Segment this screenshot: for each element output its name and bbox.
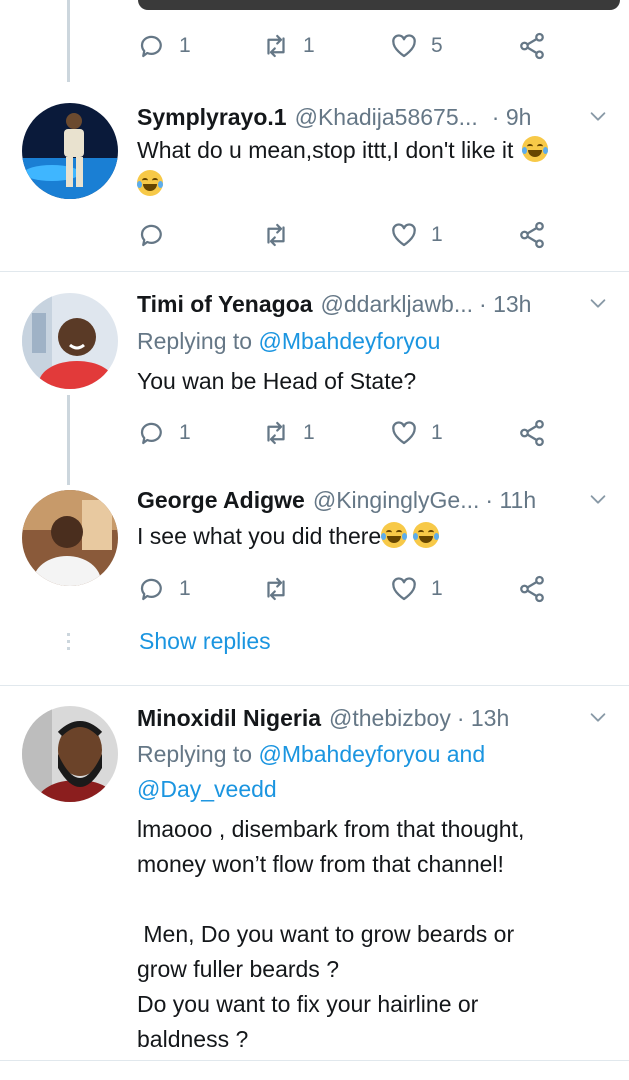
tweet-time: · 13h [456, 704, 510, 731]
like-count: 1 [431, 577, 443, 600]
reply-icon [137, 31, 167, 61]
reply-button[interactable] [137, 220, 179, 250]
mention-link[interactable]: @Day_veedd [137, 776, 277, 802]
tweet-actions: 1 1 1 [137, 418, 617, 448]
tweet-text-line: Men, Do you want to grow beards or [137, 921, 515, 947]
like-count: 1 [431, 223, 443, 246]
tweet-text-line: lmaooo , disembark from that thought, [137, 816, 525, 842]
tweet-time: · 11h [485, 486, 537, 513]
reply-icon [137, 574, 167, 604]
tears-of-joy-emoji-icon [521, 136, 548, 162]
retweet-button[interactable] [261, 220, 303, 250]
share-button[interactable] [517, 220, 547, 250]
reply-button[interactable]: 1 [137, 418, 191, 448]
like-button[interactable]: 1 [389, 220, 443, 250]
retweet-icon [261, 31, 291, 61]
share-icon [517, 418, 547, 448]
reply-count: 1 [179, 34, 191, 57]
display-name[interactable]: George Adigwe [137, 487, 305, 514]
tweet-text-line: baldness ? [137, 1026, 249, 1052]
reply-count: 1 [179, 421, 191, 444]
chevron-down-icon[interactable] [587, 706, 609, 728]
share-button[interactable] [517, 574, 547, 604]
user-handle[interactable]: @thebizboy [329, 705, 451, 732]
tweet-header: Minoxidil Nigeria @thebizboy · 13h [137, 702, 609, 734]
display-name[interactable]: Symplyrayo.1 [137, 104, 287, 131]
retweet-count: 1 [303, 34, 315, 57]
tears-of-joy-emoji-icon [137, 170, 163, 196]
mention-link[interactable]: @Mbahdeyforyou [258, 741, 440, 767]
share-icon [517, 574, 547, 604]
display-name[interactable]: Minoxidil Nigeria [137, 705, 321, 732]
mention-link[interactable]: @Mbahdeyforyou [258, 328, 440, 354]
show-replies-link[interactable]: Show replies [139, 628, 271, 655]
tweet-time: · 9h [491, 103, 532, 130]
retweet-icon [261, 418, 291, 448]
avatar[interactable] [22, 490, 118, 586]
like-count: 5 [431, 34, 443, 57]
reply-button[interactable]: 1 [137, 574, 191, 604]
thread-line [67, 0, 70, 82]
heart-icon [389, 574, 419, 604]
heart-icon [389, 418, 419, 448]
user-handle[interactable]: @Khadija58675... [295, 104, 478, 131]
like-button[interactable]: 1 [389, 418, 443, 448]
divider [0, 685, 629, 686]
heart-icon [389, 31, 419, 61]
avatar[interactable] [22, 706, 118, 802]
heart-icon [389, 220, 419, 250]
reply-icon [137, 418, 167, 448]
avatar[interactable] [22, 293, 118, 389]
retweet-button[interactable]: 1 [261, 418, 315, 448]
like-button[interactable]: 5 [389, 31, 443, 61]
tweet-text: What do u mean,stop ittt,I don't like it [137, 133, 548, 167]
tweet-header: George Adigwe @KinginglyGe... · 11h [137, 484, 609, 516]
share-button[interactable] [517, 31, 547, 61]
thread-dots [67, 633, 70, 654]
chevron-down-icon[interactable] [587, 292, 609, 314]
retweet-button[interactable] [261, 574, 303, 604]
tweet-actions: 1 [137, 220, 617, 250]
like-button[interactable]: 1 [389, 574, 443, 604]
tweet-header: Symplyrayo.1 @Khadija58675... · 9h [137, 101, 609, 133]
retweet-icon [261, 220, 291, 250]
tweet-text: I see what you did there [137, 519, 440, 553]
reply-button[interactable]: 1 [137, 31, 191, 61]
user-handle[interactable]: @ddarkljawb... [321, 291, 473, 318]
divider [0, 271, 629, 272]
display-name[interactable]: Timi of Yenagoa [137, 291, 313, 318]
divider [0, 1060, 629, 1061]
tweet-text-line: money won’t flow from that channel! [137, 851, 504, 877]
like-count: 1 [431, 421, 443, 444]
tweet-actions: 1 1 5 [137, 31, 617, 61]
retweet-count: 1 [303, 421, 315, 444]
thread-line [67, 395, 70, 485]
share-icon [517, 220, 547, 250]
tweet-text-line: grow fuller beards ? [137, 956, 339, 982]
replying-to-continued: @Day_veedd [137, 772, 277, 806]
replying-to: Replying to @Mbahdeyforyou and [137, 741, 486, 767]
tweet-text-continued [137, 167, 163, 201]
tweet-time: · 13h [479, 290, 532, 317]
tears-of-joy-emoji-icon [413, 522, 440, 548]
replying-to: Replying to @Mbahdeyforyou [137, 328, 441, 354]
rolling-on-floor-laughing-emoji-icon [381, 522, 408, 548]
reply-count: 1 [179, 577, 191, 600]
retweet-button[interactable]: 1 [261, 31, 315, 61]
chevron-down-icon[interactable] [587, 488, 609, 510]
tweet-header: Timi of Yenagoa @ddarkljawb... · 13h [137, 288, 609, 320]
user-handle[interactable]: @KinginglyGe... [313, 487, 480, 514]
reply-icon [137, 220, 167, 250]
tweet-text: You wan be Head of State? [137, 368, 417, 394]
share-button[interactable] [517, 418, 547, 448]
previous-tweet-media[interactable] [138, 0, 620, 10]
retweet-icon [261, 574, 291, 604]
avatar[interactable] [22, 103, 118, 199]
tweet-actions: 1 1 [137, 574, 617, 604]
tweet-text-line: Do you want to fix your hairline or [137, 991, 479, 1017]
share-icon [517, 31, 547, 61]
chevron-down-icon[interactable] [587, 105, 609, 127]
